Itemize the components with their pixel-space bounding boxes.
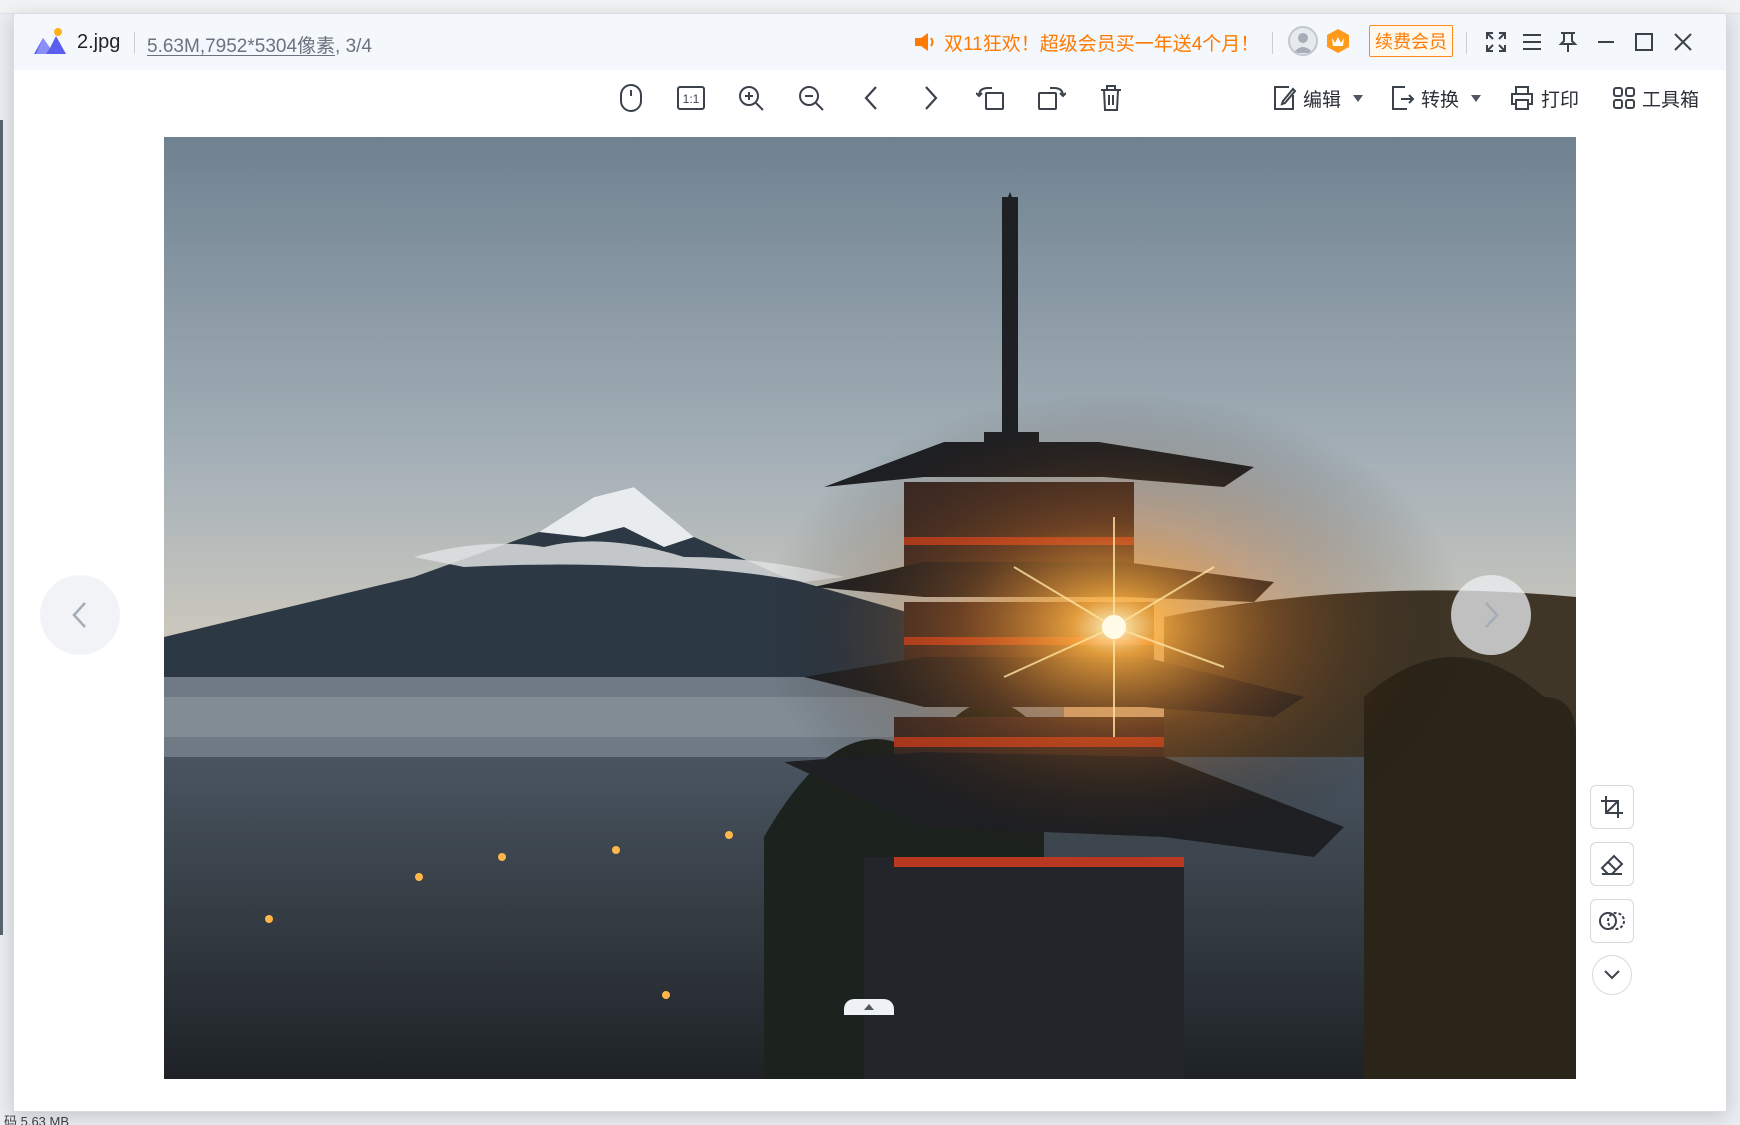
print-button[interactable]: 打印 (1509, 80, 1579, 116)
file-name: 2.jpg (77, 31, 121, 53)
rotate-right-button[interactable] (1033, 80, 1069, 116)
convert-icon (1392, 86, 1415, 110)
renew-membership-button[interactable]: 续费会员 (1369, 25, 1453, 57)
zoom-out-icon (799, 86, 824, 111)
eraser-button[interactable] (1590, 842, 1634, 886)
close-button[interactable] (1666, 25, 1700, 59)
minimize-button[interactable] (1589, 25, 1623, 59)
grid-icon (1613, 87, 1635, 109)
zoom-in-button[interactable] (733, 80, 769, 116)
caret-up-icon (864, 1004, 874, 1010)
toolbox-label: 工具箱 (1642, 89, 1700, 111)
delete-button[interactable] (1093, 80, 1129, 116)
rotate-left-button[interactable] (973, 80, 1009, 116)
chevron-down-icon (1604, 970, 1620, 980)
chevron-right-icon (1485, 602, 1499, 628)
app-logo-icon (34, 28, 66, 54)
rotate-left-icon (976, 87, 1004, 110)
toolbox-button[interactable]: 工具箱 (1612, 80, 1699, 116)
promo-text: 双11狂欢！超级会员买一年送4个月！ (944, 33, 1260, 55)
maximize-button[interactable] (1627, 25, 1661, 59)
pin-button[interactable] (1551, 25, 1585, 59)
edit-icon (1274, 86, 1297, 110)
pin-icon (1558, 32, 1578, 52)
actual-size-icon: 1:1 (677, 86, 705, 110)
image-viewer-window: 2.jpg 5.63M,7952*5304像素, 3/4 双11狂欢！超级会员买… (14, 14, 1726, 1111)
zoom-out-button[interactable] (793, 80, 829, 116)
toolbar: 1:1 编辑 转换 打印 工具箱 (14, 70, 1726, 126)
convert-label: 转换 (1421, 89, 1460, 111)
zoom-in-icon (739, 86, 764, 111)
status-bar-text: 码 5.63 MB (4, 1114, 70, 1125)
compare-button[interactable] (1590, 899, 1634, 943)
thumbnail-strip-toggle[interactable] (844, 999, 894, 1015)
mouse-mode-button[interactable] (613, 80, 649, 116)
svg-text:1:1: 1:1 (683, 92, 700, 106)
image-dimensions-link[interactable]: ,7952*5304像素 (200, 36, 335, 57)
user-icon (1293, 33, 1313, 53)
fullscreen-icon (1486, 32, 1506, 52)
desktop-edge (0, 120, 3, 935)
edit-label: 编辑 (1303, 89, 1342, 111)
compare-icon (1599, 912, 1625, 930)
divider (1466, 32, 1467, 54)
chevron-left-icon (72, 602, 86, 628)
vip-crown-icon (1327, 29, 1349, 53)
user-avatar[interactable] (1288, 26, 1318, 56)
rotate-right-icon (1038, 87, 1066, 110)
promo-banner[interactable]: 双11狂欢！超级会员买一年送4个月！ (914, 29, 1259, 55)
crop-icon (1601, 796, 1623, 818)
file-size-link[interactable]: 5.63M (147, 36, 200, 57)
edit-menu[interactable]: 编辑 (1271, 80, 1364, 116)
photo-fuji-pagoda[interactable] (164, 137, 1576, 1079)
divider (134, 32, 135, 54)
trash-icon (1101, 85, 1121, 111)
caret-down-icon (1353, 94, 1364, 102)
file-info: 5.63M,7952*5304像素, 3/4 (147, 31, 372, 58)
print-label: 打印 (1541, 89, 1580, 111)
close-icon (1674, 33, 1692, 51)
menu-icon (1523, 34, 1541, 50)
image-canvas (14, 126, 1726, 1111)
eraser-icon (1600, 854, 1624, 875)
desktop-background-strip (0, 0, 1740, 14)
fullscreen-button[interactable] (1479, 25, 1513, 59)
caret-down-icon (1471, 94, 1482, 102)
title-bar: 2.jpg 5.63M,7952*5304像素, 3/4 双11狂欢！超级会员买… (14, 14, 1726, 70)
minimize-icon (1598, 41, 1614, 43)
page-index: , 3/4 (335, 36, 373, 57)
menu-button[interactable] (1515, 25, 1549, 59)
maximize-icon (1635, 33, 1653, 51)
crop-button[interactable] (1590, 785, 1634, 829)
mouse-icon (620, 84, 642, 112)
previous-image-button[interactable] (853, 80, 889, 116)
expand-tools-button[interactable] (1592, 955, 1632, 995)
chevron-right-icon (925, 86, 938, 110)
previous-image-arrow[interactable] (40, 575, 120, 655)
speaker-icon (915, 33, 934, 51)
divider (1272, 32, 1273, 54)
convert-menu[interactable]: 转换 (1389, 80, 1482, 116)
next-image-button[interactable] (913, 80, 949, 116)
printer-icon (1511, 86, 1533, 110)
chevron-left-icon (864, 86, 877, 110)
next-image-arrow[interactable] (1451, 575, 1531, 655)
actual-size-button[interactable]: 1:1 (673, 80, 709, 116)
